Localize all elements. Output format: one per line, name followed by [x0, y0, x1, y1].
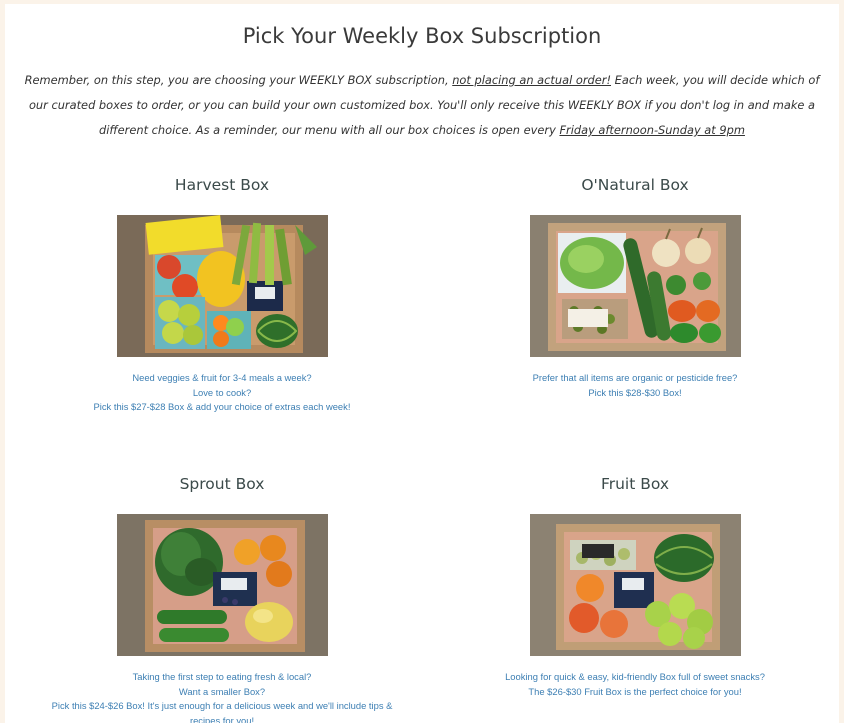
desc-line: Pick this $28-$30 Box!: [588, 386, 682, 398]
sprout-box-photo[interactable]: [116, 514, 328, 656]
box-description-fruit: Looking for quick & easy, kid-friendly B…: [435, 670, 835, 699]
desc-line: The $26-$30 Fruit Box is the perfect cho…: [528, 685, 742, 697]
intro-part-1: Remember, on this step, you are choosing…: [24, 73, 453, 87]
intro-underline-2: Friday afternoon-Sunday at 9pm: [559, 123, 745, 137]
box-title-fruit[interactable]: Fruit Box: [435, 473, 835, 495]
desc-line: Pick this $24-$26 Box! It's just enough …: [51, 700, 393, 723]
fruit-box-photo[interactable]: [529, 514, 741, 656]
box-card-sprout[interactable]: Sprout Box Taking the first step to eati…: [22, 473, 422, 723]
desc-line: Want a smaller Box?: [178, 685, 266, 697]
box-description-harvest: Need veggies & fruit for 3-4 meals a wee…: [22, 371, 422, 415]
desc-line: Prefer that all items are organic or pes…: [532, 372, 738, 383]
box-card-harvest[interactable]: Harvest Box Need veggies & fruit for 3-4…: [22, 174, 422, 415]
desc-line: Need veggies & fruit for 3-4 meals a wee…: [132, 372, 312, 383]
desc-line: Pick this $27-$28 Box & add your choice …: [93, 401, 351, 412]
onatural-box-photo[interactable]: [529, 215, 741, 357]
intro-underline-1: not placing an actual order!: [452, 73, 612, 87]
harvest-box-photo[interactable]: [116, 215, 328, 357]
intro-text: Remember, on this step, you are choosing…: [19, 68, 825, 143]
desc-line: Taking the first step to eating fresh & …: [132, 671, 312, 682]
desc-line: Love to cook?: [192, 386, 252, 398]
page-title: Pick Your Weekly Box Subscription: [242, 24, 602, 48]
subscription-page: Pick Your Weekly Box Subscription Rememb…: [5, 4, 839, 723]
desc-line: Looking for quick & easy, kid-friendly B…: [505, 671, 765, 682]
box-title-onatural[interactable]: O'Natural Box: [435, 174, 835, 196]
box-description-onatural: Prefer that all items are organic or pes…: [435, 371, 835, 400]
box-card-fruit[interactable]: Fruit Box Looking for quick & easy, kid-…: [435, 473, 835, 699]
box-title-sprout[interactable]: Sprout Box: [22, 473, 422, 495]
box-description-sprout: Taking the first step to eating fresh & …: [22, 670, 422, 723]
box-title-harvest[interactable]: Harvest Box: [22, 174, 422, 196]
box-card-onatural[interactable]: O'Natural Box Prefer that all items are …: [435, 174, 835, 400]
